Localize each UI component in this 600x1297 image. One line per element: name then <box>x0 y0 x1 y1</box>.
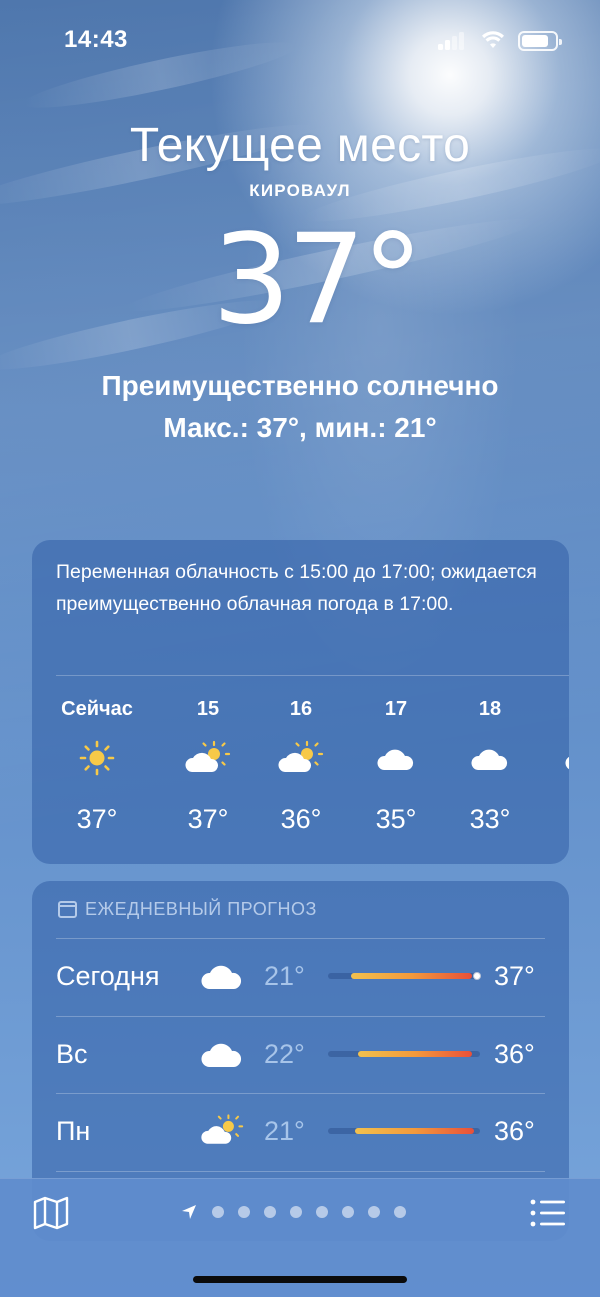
day-row-today[interactable]: Сегодня 21° 37° <box>32 939 569 1017</box>
hourly-scroll[interactable]: Сейчас 37° 15 37° 16 36° 17 35° 18 33° <box>32 698 569 848</box>
current-temperature: 37° <box>212 208 424 352</box>
hour-item: 3 <box>539 698 569 835</box>
divider <box>56 1171 545 1172</box>
temperature-range-bar <box>328 1051 480 1057</box>
temperature-range-fill <box>350 973 473 979</box>
cloud-icon <box>445 728 535 788</box>
temperature-range-bar <box>328 1128 480 1134</box>
map-icon[interactable] <box>32 1196 70 1230</box>
cloud-icon <box>201 965 242 989</box>
cellular-signal-icon <box>438 32 464 50</box>
forecast-summary: Переменная облачность с 15:00 до 17:00; … <box>56 561 537 615</box>
cloud-icon <box>539 728 569 788</box>
current-temp-dot <box>472 972 481 980</box>
location-arrow-icon[interactable] <box>180 1203 198 1221</box>
location-title: Текущее место <box>129 119 471 172</box>
min-max-temperature: Макс.: 37°, мин.: 21° <box>163 412 437 443</box>
page-dot[interactable] <box>394 1206 406 1218</box>
page-dot[interactable] <box>342 1206 354 1218</box>
battery-icon <box>518 31 562 51</box>
daily-forecast-heading: ЕЖЕДНЕВНЫЙ ПРОГНОЗ <box>58 899 317 920</box>
weather-condition: Преимущественно солнечно <box>101 370 499 401</box>
status-bar: 14:43 <box>0 22 600 58</box>
day-row-monday[interactable]: Пн 21° 36° <box>32 1094 569 1172</box>
sun-icon <box>52 728 142 788</box>
page-dot[interactable] <box>368 1206 380 1218</box>
hour-item: 18 33° <box>445 698 535 835</box>
hourly-forecast-card[interactable]: Переменная облачность с 15:00 до 17:00; … <box>32 540 569 864</box>
status-time: 14:43 <box>64 26 128 53</box>
location-header: Текущее место КИРОВАУЛ <box>0 118 600 201</box>
hour-item: Сейчас 37° <box>52 698 142 835</box>
partly-cloudy-icon <box>163 728 253 788</box>
partly-cloudy-icon <box>256 728 346 788</box>
page-dot[interactable] <box>264 1206 276 1218</box>
calendar-icon <box>58 901 77 918</box>
day-row-sunday[interactable]: Вс 22° 36° <box>32 1017 569 1095</box>
hour-item: 16 36° <box>256 698 346 835</box>
temperature-range-fill <box>358 1051 473 1057</box>
cloud-icon <box>351 728 441 788</box>
partly-cloudy-icon <box>201 1114 244 1144</box>
home-indicator[interactable] <box>193 1276 407 1283</box>
page-dot[interactable] <box>290 1206 302 1218</box>
wifi-icon <box>482 31 504 48</box>
temperature-range-bar <box>328 972 481 980</box>
page-dot[interactable] <box>238 1206 250 1218</box>
hour-item: 15 37° <box>163 698 253 835</box>
page-indicator[interactable] <box>180 1203 406 1221</box>
hour-item: 17 35° <box>351 698 441 835</box>
list-icon[interactable] <box>530 1199 566 1227</box>
divider <box>56 675 569 676</box>
page-dot[interactable] <box>212 1206 224 1218</box>
temperature-range-fill <box>355 1128 474 1134</box>
location-name: КИРОВАУЛ <box>249 181 351 200</box>
page-dot[interactable] <box>316 1206 328 1218</box>
bottom-toolbar <box>0 1178 600 1297</box>
cloud-icon <box>201 1043 242 1067</box>
